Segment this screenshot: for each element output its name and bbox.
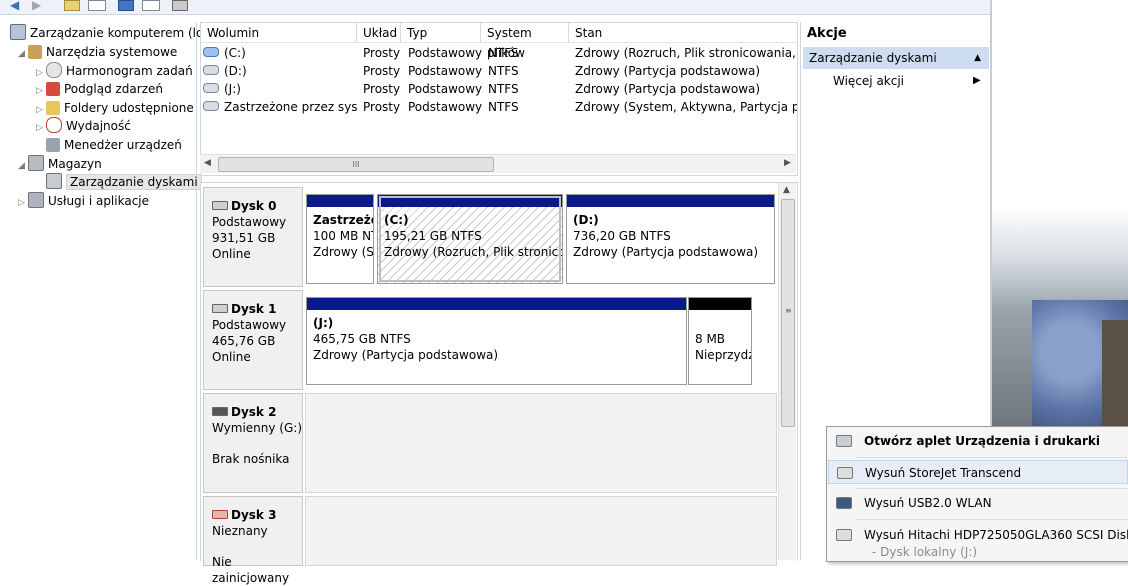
table-row[interactable]: (J:) Prosty Podstawowy NTFS Zdrowy (Part…: [201, 80, 797, 98]
context-menu: Otwórz aplet Urządzenia i drukarki Wysuń…: [826, 426, 1128, 562]
forward-arrow-icon[interactable]: ▶: [32, 0, 48, 11]
scroll-up-icon[interactable]: ▲: [783, 185, 790, 195]
partition-j[interactable]: (J:) 465,75 GB NTFS Zdrowy (Partycja pod…: [306, 297, 687, 385]
uninitialized-disk-icon: [212, 510, 228, 519]
scroll-thumb[interactable]: III: [218, 157, 494, 172]
performance-icon: [46, 117, 62, 133]
disk-0-label[interactable]: Dysk 0 Podstawowy 931,51 GB Online: [203, 187, 303, 287]
device-manager-icon: [46, 138, 60, 152]
table-row[interactable]: Zastrzeżone przez system Prosty Podstawo…: [201, 98, 797, 116]
back-arrow-icon[interactable]: ◀: [10, 0, 26, 11]
tree-item-services-apps[interactable]: ▷ Usługi i aplikacje: [18, 192, 149, 210]
partition-unallocated[interactable]: 8 MB Nieprzydzielone: [688, 297, 752, 385]
tree-item-performance[interactable]: ▷ Wydajność: [36, 117, 131, 135]
show-hide-tree-icon[interactable]: [88, 0, 106, 11]
disk-2-label[interactable]: Dysk 2 Wymienny (G:) Brak nośnika: [203, 393, 303, 493]
disk-3-label[interactable]: Dysk 3 Nieznany Nie zainicjowany: [203, 496, 303, 585]
partition-c[interactable]: (C:) 195,21 GB NTFS Zdrowy (Rozruch, Pli…: [377, 194, 563, 284]
menu-item-open-devices-printers[interactable]: Otwórz aplet Urządzenia i drukarki: [828, 429, 1128, 453]
hard-disk-icon: [212, 304, 228, 313]
disk-map: Dysk 0 Podstawowy 931,51 GB Online Zastr…: [200, 182, 798, 585]
actions-section-disk-management[interactable]: Zarządzanie dyskami ▲: [803, 47, 989, 69]
volume-icon: [203, 65, 219, 75]
actions-title: Akcje: [807, 26, 847, 41]
menu-item-eject-storejet[interactable]: Wysuń StoreJet Transcend: [828, 460, 1128, 484]
menu-separator: [857, 457, 1127, 458]
tree-item-device-manager[interactable]: Menedżer urządzeń: [36, 136, 182, 154]
menu-subitem-local-disk-j: - Dysk lokalny (J:): [872, 545, 978, 559]
vertical-scrollbar[interactable]: ▲ ≡: [778, 183, 796, 560]
toolbar: ◀ ▶: [0, 0, 1000, 15]
wallpaper-ruin: [1102, 320, 1128, 430]
volume-icon: [203, 101, 219, 111]
properties-icon[interactable]: [172, 0, 188, 11]
disk-1-label[interactable]: Dysk 1 Podstawowy 465,76 GB Online: [203, 290, 303, 390]
disk-3-empty-area: [305, 496, 777, 566]
help-icon[interactable]: [118, 0, 134, 11]
tree-item-shared-folders[interactable]: ▷ Foldery udostępnione: [36, 99, 194, 117]
volume-icon: [203, 47, 219, 57]
expand-triangle-icon[interactable]: ▷: [36, 82, 46, 100]
column-header-layout[interactable]: Układ: [357, 23, 401, 43]
hard-disk-icon: [212, 201, 228, 210]
collapse-triangle-icon[interactable]: ◢: [18, 45, 28, 63]
scroll-left-icon[interactable]: ◀: [204, 158, 211, 168]
volume-icon: [203, 83, 219, 93]
storage-icon: [28, 155, 44, 171]
wlan-adapter-icon: [836, 497, 852, 509]
disk-2-empty-area: [305, 393, 777, 493]
column-header-type[interactable]: Typ: [401, 23, 481, 43]
up-folder-icon[interactable]: [64, 0, 80, 11]
table-row[interactable]: (C:) Prosty Podstawowy NTFS Zdrowy (Rozr…: [201, 44, 797, 62]
tree-item-event-viewer[interactable]: ▷ Podgląd zdarzeń: [36, 80, 163, 98]
tree-item-system-tools[interactable]: ◢ Narzędzia systemowe: [18, 43, 177, 61]
more-actions-item[interactable]: Więcej akcji: [833, 74, 904, 88]
menu-separator: [857, 488, 1127, 489]
scroll-thumb[interactable]: ≡: [781, 199, 795, 427]
event-viewer-icon: [46, 82, 60, 96]
submenu-arrow-icon: ▶: [973, 75, 981, 86]
printer-icon: [836, 435, 852, 447]
expand-triangle-icon[interactable]: ▷: [36, 119, 46, 137]
clock-icon: [46, 62, 62, 78]
menu-separator: [857, 519, 1127, 520]
partition-d[interactable]: (D:) 736,20 GB NTFS Zdrowy (Partycja pod…: [566, 194, 775, 284]
column-header-volume[interactable]: Wolumin: [201, 23, 357, 43]
tree-item-storage[interactable]: ◢ Magazyn: [18, 155, 102, 173]
usb-drive-icon: [837, 467, 853, 479]
tree-item-disk-management[interactable]: Zarządzanie dyskami: [36, 173, 202, 191]
show-hide-action-pane-icon[interactable]: [142, 0, 160, 11]
shared-folder-icon: [46, 101, 60, 115]
collapse-triangle-icon[interactable]: ◢: [18, 157, 28, 175]
computer-management-icon: [10, 24, 26, 40]
scroll-grip-icon: ≡: [785, 306, 792, 315]
expand-triangle-icon[interactable]: ▷: [18, 194, 28, 212]
tree-item-task-scheduler[interactable]: ▷ Harmonogram zadań: [36, 62, 193, 80]
column-header-filesystem[interactable]: System plików: [481, 23, 569, 60]
volume-list: Wolumin Układ Typ System plików Stan (C:…: [200, 22, 798, 176]
desktop-wallpaper: [992, 0, 1128, 430]
table-row[interactable]: (D:) Prosty Podstawowy NTFS Zdrowy (Part…: [201, 62, 797, 80]
collapse-up-icon[interactable]: ▲: [974, 47, 981, 69]
console-tree: Zarządzanie komputerem (lokalne) ◢ Narzęd…: [0, 22, 240, 560]
menu-item-eject-usb-wlan[interactable]: Wysuń USB2.0 WLAN: [828, 491, 1128, 515]
hard-disk-icon: [836, 529, 852, 541]
removable-disk-icon: [212, 407, 228, 416]
tools-icon: [28, 45, 42, 59]
scroll-right-icon[interactable]: ▶: [784, 158, 791, 168]
disk-management-icon: [46, 173, 62, 189]
partition-reserved[interactable]: Zastrzeżone 100 MB NTFS Zdrowy (System): [306, 194, 374, 284]
column-header-status[interactable]: Stan: [569, 23, 797, 43]
horizontal-scrollbar[interactable]: ◀ III ▶: [200, 154, 796, 173]
services-icon: [28, 192, 44, 208]
